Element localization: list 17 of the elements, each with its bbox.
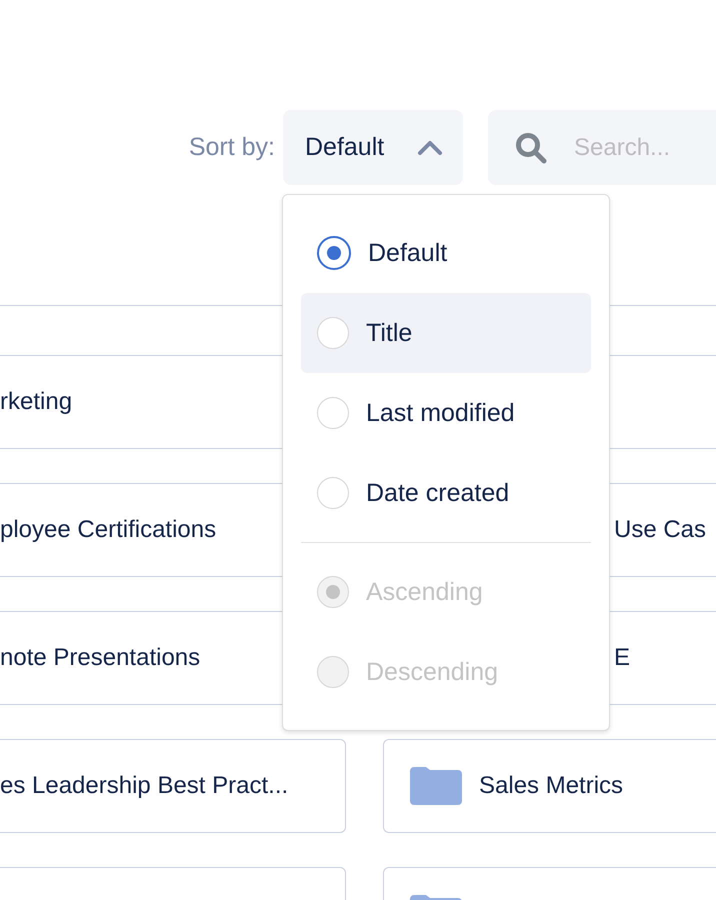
folder-name: ployee Certifications: [0, 516, 216, 544]
folder-name: E: [614, 644, 630, 672]
folder-name: rketing: [0, 388, 72, 416]
folder-card[interactable]: es Leadership Best Pract...: [0, 739, 346, 833]
sort-option[interactable]: Default: [301, 213, 591, 293]
radio-button[interactable]: [317, 236, 351, 270]
sort-option[interactable]: Title: [301, 293, 591, 373]
folder-name: Sales Metrics: [479, 772, 624, 800]
folder-icon: [410, 767, 462, 805]
sort-dropdown[interactable]: Default: [283, 110, 463, 185]
folder-name: es Leadership Best Pract...: [0, 772, 288, 800]
folder-name: note Presentations: [0, 644, 200, 672]
folder-name: Use Cas: [614, 516, 706, 544]
search-icon: [515, 132, 547, 164]
folder-card[interactable]: Sales Metrics: [383, 739, 716, 833]
sort-label: Sort by:: [188, 133, 275, 162]
search-field[interactable]: Search...: [488, 110, 716, 185]
